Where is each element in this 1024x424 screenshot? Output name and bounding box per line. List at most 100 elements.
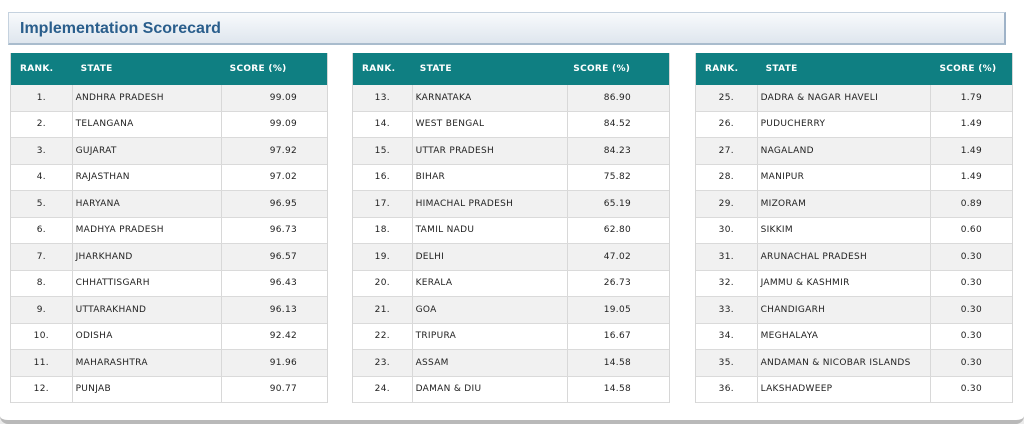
score-cell: 1.49: [960, 145, 982, 156]
table-row: 33. CHANDIGARH 0.30: [696, 297, 1012, 324]
state-cell: ANDHRA PRADESH: [73, 85, 222, 111]
scorecard-panel: Implementation Scorecard RANK. STATE SCO…: [0, 0, 1024, 424]
table-row: 15. UTTAR PRADESH 84.23: [353, 138, 669, 165]
table-row: 9. UTTARAKHAND 96.13: [11, 297, 327, 324]
score-header: SCORE (%): [573, 64, 631, 74]
rank-header: RANK.: [20, 64, 54, 74]
score-cell: 62.80: [603, 225, 632, 236]
table-row: 26. PUDUCHERRY 1.49: [696, 111, 1012, 138]
state-cell: UTTARAKHAND: [73, 297, 222, 323]
rank-header: RANK.: [362, 64, 396, 74]
rank-cell: 36.: [696, 376, 758, 402]
score-cell: 96.57: [269, 251, 297, 262]
rank-cell: 20.: [353, 270, 413, 296]
table-row: 18. TAMIL NADU 62.80: [353, 217, 669, 244]
rank-cell: 28.: [696, 164, 758, 190]
table-row: 28. MANIPUR 1.49: [696, 164, 1012, 191]
table-row: 10. ODISHA 92.42: [11, 323, 327, 350]
table-row: 16. BIHAR 75.82: [353, 164, 669, 191]
table-row: 22. TRIPURA 16.67: [353, 323, 669, 350]
score-cell: 65.19: [603, 198, 632, 209]
state-cell: MAHARASHTRA: [73, 350, 222, 376]
score-cell: 97.02: [269, 172, 297, 183]
rank-cell: 15.: [353, 138, 413, 164]
score-cell: 47.02: [603, 251, 632, 262]
rank-cell: 13.: [353, 85, 413, 111]
rank-cell: 35.: [696, 350, 758, 376]
score-cell: 16.67: [603, 331, 632, 342]
score-cell: 14.58: [603, 357, 632, 368]
score-cell: 19.05: [603, 304, 632, 315]
score-cell: 1.79: [960, 92, 982, 103]
rank-cell: 3.: [11, 138, 73, 164]
rank-cell: 9.: [11, 297, 73, 323]
table-row: 13. KARNATAKA 86.90: [353, 85, 669, 112]
state-cell: JHARKHAND: [73, 244, 222, 270]
rank-cell: 31.: [696, 244, 758, 270]
rank-cell: 32.: [696, 270, 758, 296]
score-cell: 0.30: [960, 331, 982, 342]
score-cell: 0.89: [960, 198, 982, 209]
score-cell: 26.73: [603, 278, 632, 289]
rank-cell: 30.: [696, 217, 758, 243]
table-row: 21. GOA 19.05: [353, 297, 669, 324]
rank-cell: 14.: [353, 111, 413, 137]
table-body: 1. ANDHRA PRADESH 99.09 2. TELANGANA 99.09 3. G…: [11, 85, 327, 403]
table-header: RANK. STATE SCORE (%): [11, 53, 327, 85]
rank-cell: 29.: [696, 191, 758, 217]
table-row: 5. HARYANA 96.95: [11, 191, 327, 218]
table-row: 36. LAKSHADWEEP 0.30: [696, 376, 1012, 403]
table-row: 12. PUNJAB 90.77: [11, 376, 327, 403]
score-cell: 1.49: [960, 172, 982, 183]
rank-cell: 21.: [353, 297, 413, 323]
state-cell: WEST BENGAL: [413, 111, 569, 137]
table-row: 8. CHHATTISGARH 96.43: [11, 270, 327, 297]
state-cell: RAJASTHAN: [73, 164, 222, 190]
state-cell: KARNATAKA: [413, 85, 569, 111]
rank-cell: 33.: [696, 297, 758, 323]
score-cell: 14.58: [603, 384, 632, 395]
table-row: 1. ANDHRA PRADESH 99.09: [11, 85, 327, 112]
state-cell: PUDUCHERRY: [758, 111, 932, 137]
score-table-2: RANK. STATE SCORE (%) 13. KARNATAKA 86.90 1…: [352, 53, 670, 403]
table-row: 2. TELANGANA 99.09: [11, 111, 327, 138]
score-cell: 0.30: [960, 304, 982, 315]
table-row: 35. ANDAMAN & NICOBAR ISLANDS 0.30: [696, 350, 1012, 377]
score-cell: 99.09: [269, 92, 297, 103]
score-cell: 75.82: [603, 172, 632, 183]
score-cell: 99.09: [269, 119, 297, 130]
table-row: 29. MIZORAM 0.89: [696, 191, 1012, 218]
rank-cell: 26.: [696, 111, 758, 137]
state-cell: HIMACHAL PRADESH: [413, 191, 569, 217]
rank-cell: 23.: [353, 350, 413, 376]
score-cell: 86.90: [603, 92, 632, 103]
rank-cell: 22.: [353, 323, 413, 349]
table-row: 30. SIKKIM 0.60: [696, 217, 1012, 244]
state-cell: MADHYA PRADESH: [73, 217, 222, 243]
table-row: 32. JAMMU & KASHMIR 0.30: [696, 270, 1012, 297]
score-cell: 84.52: [603, 119, 632, 130]
score-cell: 92.42: [269, 331, 297, 342]
state-header: STATE: [80, 64, 113, 74]
score-table-3: RANK. STATE SCORE (%) 25. DADRA & NAGAR H…: [695, 53, 1013, 403]
table-row: 17. HIMACHAL PRADESH 65.19: [353, 191, 669, 218]
state-cell: ASSAM: [413, 350, 569, 376]
rank-cell: 18.: [353, 217, 413, 243]
state-cell: DAMAN & DIU: [413, 376, 569, 402]
score-cell: 91.96: [269, 357, 297, 368]
table-row: 3. GUJARAT 97.92: [11, 138, 327, 165]
score-cell: 96.43: [269, 278, 297, 289]
state-cell: ANDAMAN & NICOBAR ISLANDS: [758, 350, 932, 376]
state-cell: ODISHA: [73, 323, 222, 349]
rank-cell: 27.: [696, 138, 758, 164]
state-cell: KERALA: [413, 270, 569, 296]
score-cell: 84.23: [603, 145, 632, 156]
rank-cell: 25.: [696, 85, 758, 111]
score-cell: 90.77: [269, 384, 297, 395]
rank-cell: 6.: [11, 217, 73, 243]
table-body: 13. KARNATAKA 86.90 14. WEST BENGAL 84.52 15. U…: [353, 85, 669, 403]
score-cell: 0.60: [960, 225, 982, 236]
state-cell: GOA: [413, 297, 569, 323]
rank-header: RANK.: [705, 64, 739, 74]
table-row: 19. DELHI 47.02: [353, 244, 669, 271]
